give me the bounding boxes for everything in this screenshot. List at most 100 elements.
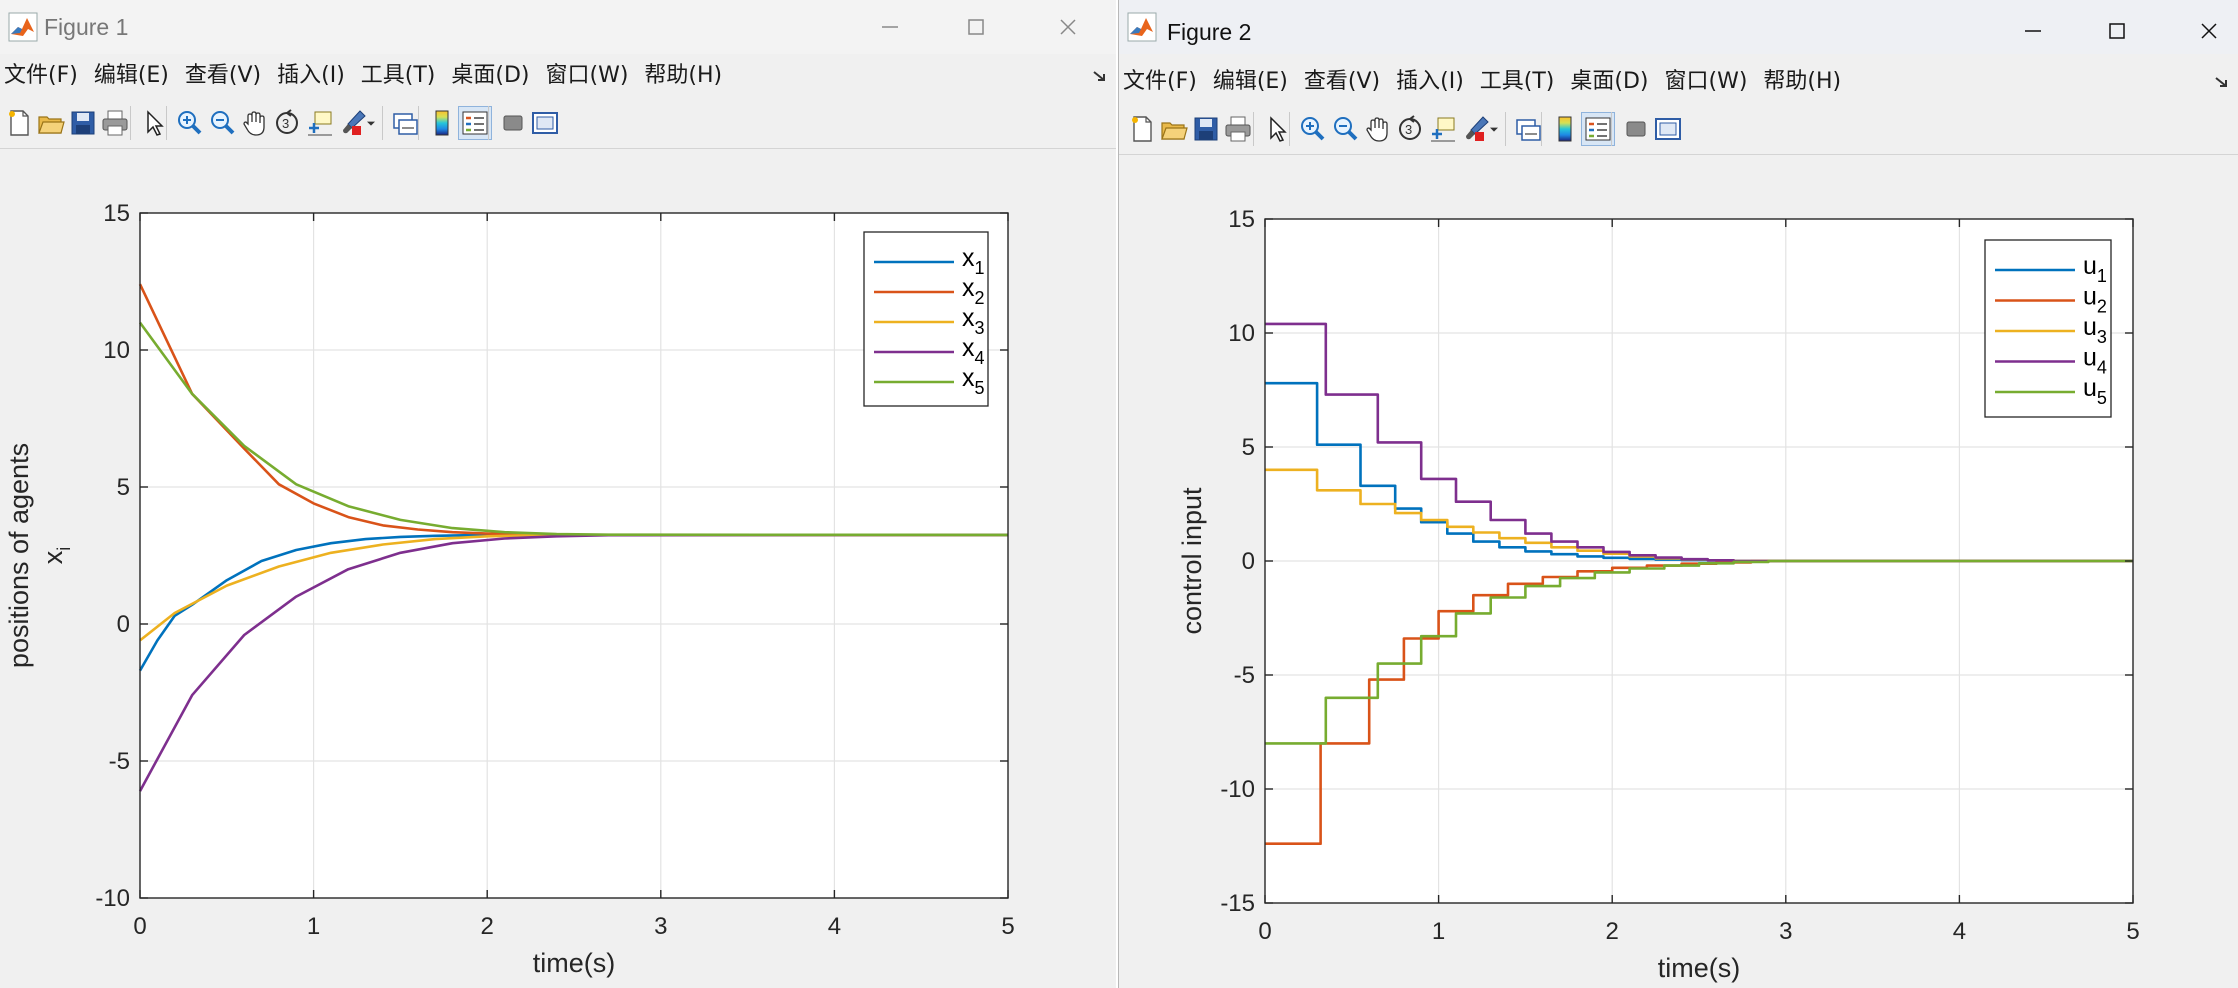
x-tick-label: 5 bbox=[1001, 913, 1014, 940]
window-title: Figure 1 bbox=[44, 14, 129, 40]
x-tick-label: 1 bbox=[1432, 918, 1445, 945]
save-button[interactable] bbox=[66, 106, 100, 140]
save-icon bbox=[71, 111, 95, 135]
new-file-button[interactable] bbox=[2, 106, 36, 140]
menu-insert[interactable]: 插入(I) bbox=[277, 61, 345, 91]
link-plot-button[interactable] bbox=[388, 106, 422, 140]
open-folder-icon bbox=[1161, 122, 1188, 140]
menu-bar: 文件(F) 编辑(E) 查看(V) 插入(I) 工具(T) 桌面(D) 窗口(W… bbox=[1119, 62, 2238, 102]
zoom-out-icon bbox=[1334, 117, 1358, 141]
x-tick-label: 0 bbox=[1258, 918, 1271, 945]
matlab-logo-icon bbox=[1127, 12, 1157, 42]
show-plot-tools-icon bbox=[1655, 118, 1681, 140]
x-axis-label: time(s) bbox=[533, 948, 616, 978]
menu-view[interactable]: 查看(V) bbox=[1304, 67, 1380, 97]
hide-plot-tools-button[interactable] bbox=[496, 106, 530, 140]
x-tick-label: 4 bbox=[1953, 918, 1966, 945]
new-file-button[interactable] bbox=[1125, 112, 1159, 146]
rotate-3d-button[interactable]: 3 bbox=[270, 106, 304, 140]
pan-hand-button[interactable] bbox=[238, 106, 272, 140]
print-icon bbox=[102, 110, 128, 136]
maximize-button[interactable] bbox=[2083, 4, 2151, 58]
chart-figure-2: 0 1 2 3 4 5 -15 -10 -5 0 5 10 15 time(s) control input… bbox=[1177, 206, 2140, 983]
close-icon bbox=[2201, 23, 2217, 39]
y-tick-label: -10 bbox=[95, 885, 130, 912]
dock-arrow-icon[interactable] bbox=[1092, 68, 1108, 84]
open-folder-button[interactable] bbox=[1157, 112, 1191, 146]
menu-desktop[interactable]: 桌面(D) bbox=[1570, 67, 1648, 97]
minimize-button[interactable] bbox=[1999, 4, 2067, 58]
menu-help[interactable]: 帮助(H) bbox=[644, 61, 722, 91]
link-plot-button[interactable] bbox=[1511, 112, 1545, 146]
maximize-icon bbox=[2109, 23, 2125, 39]
plot-area: 0 1 2 3 4 5 -10 -5 0 5 10 15 time(s) positions of age… bbox=[0, 150, 1116, 988]
pointer-icon bbox=[147, 110, 164, 136]
menu-view[interactable]: 查看(V) bbox=[185, 61, 261, 91]
toolbar-separator bbox=[166, 106, 167, 140]
close-button[interactable] bbox=[2175, 4, 2238, 58]
colorbar-button[interactable] bbox=[425, 106, 459, 140]
hide-plot-tools-button[interactable] bbox=[1619, 112, 1653, 146]
y-tick-label: 15 bbox=[1228, 206, 1255, 233]
menu-edit[interactable]: 编辑(E) bbox=[94, 61, 169, 91]
menu-tools[interactable]: 工具(T) bbox=[1480, 67, 1555, 97]
legend-button[interactable] bbox=[458, 106, 492, 140]
hide-plot-tools-icon bbox=[503, 115, 523, 131]
menu-file[interactable]: 文件(F) bbox=[1123, 67, 1197, 97]
y-axis-variable: xi bbox=[38, 547, 74, 565]
legend-button[interactable] bbox=[1581, 112, 1615, 146]
data-cursor-button[interactable] bbox=[303, 106, 337, 140]
menu-window[interactable]: 窗口(W) bbox=[546, 61, 629, 91]
show-plot-tools-icon bbox=[532, 112, 558, 134]
zoom-in-icon bbox=[178, 111, 202, 135]
menu-help[interactable]: 帮助(H) bbox=[1763, 67, 1841, 97]
pan-hand-icon bbox=[243, 111, 265, 136]
hide-plot-tools-icon bbox=[1626, 121, 1646, 137]
menu-desktop[interactable]: 桌面(D) bbox=[451, 61, 529, 91]
brush-dropdown-button[interactable] bbox=[1484, 112, 1504, 146]
brush-dropdown-button[interactable] bbox=[361, 106, 381, 140]
close-button[interactable] bbox=[1034, 0, 1102, 54]
zoom-in-button[interactable] bbox=[1295, 112, 1329, 146]
menu-insert[interactable]: 插入(I) bbox=[1396, 67, 1464, 97]
dock-arrow-icon[interactable] bbox=[2214, 74, 2230, 90]
svg-text:3: 3 bbox=[282, 116, 289, 131]
menu-file[interactable]: 文件(F) bbox=[4, 61, 78, 91]
figure-2-window: Figure 2 文件(F) 编辑(E) 查看(V) 插入(I) 工具(T) 桌… bbox=[1118, 0, 2238, 988]
zoom-out-button[interactable] bbox=[205, 106, 239, 140]
print-icon bbox=[1225, 116, 1251, 142]
save-button[interactable] bbox=[1189, 112, 1223, 146]
title-bar[interactable]: Figure 1 bbox=[0, 0, 1116, 54]
minimize-icon bbox=[882, 26, 898, 28]
minimize-button[interactable] bbox=[856, 0, 924, 54]
toolbar-separator bbox=[1541, 112, 1542, 146]
brush-dropdown-icon bbox=[367, 121, 375, 126]
y-tick-label: 5 bbox=[1242, 434, 1255, 461]
pan-hand-button[interactable] bbox=[1361, 112, 1395, 146]
zoom-out-button[interactable] bbox=[1328, 112, 1362, 146]
rotate-3d-button[interactable]: 3 bbox=[1393, 112, 1427, 146]
show-plot-tools-button[interactable] bbox=[528, 106, 562, 140]
close-icon bbox=[1060, 19, 1076, 35]
title-bar[interactable]: Figure 2 bbox=[1119, 0, 2238, 54]
colorbar-button[interactable] bbox=[1548, 112, 1582, 146]
menu-edit[interactable]: 编辑(E) bbox=[1213, 67, 1288, 97]
plot-area: 0 1 2 3 4 5 -15 -10 -5 0 5 10 15 time(s) control input… bbox=[1119, 156, 2238, 988]
menu-window[interactable]: 窗口(W) bbox=[1665, 67, 1748, 97]
figure-toolbar: 3 bbox=[0, 98, 1116, 149]
show-plot-tools-button[interactable] bbox=[1651, 112, 1685, 146]
window-title: Figure 2 bbox=[1167, 19, 1252, 45]
open-folder-button[interactable] bbox=[34, 106, 68, 140]
minimize-icon bbox=[2025, 30, 2041, 32]
print-button[interactable] bbox=[98, 106, 132, 140]
toolbar-separator bbox=[418, 106, 419, 140]
print-button[interactable] bbox=[1221, 112, 1255, 146]
y-axis-label: control input bbox=[1177, 487, 1207, 635]
toolbar-separator bbox=[1611, 112, 1612, 146]
maximize-button[interactable] bbox=[942, 0, 1010, 54]
menu-tools[interactable]: 工具(T) bbox=[361, 61, 436, 91]
menu-bar: 文件(F) 编辑(E) 查看(V) 插入(I) 工具(T) 桌面(D) 窗口(W… bbox=[0, 56, 1116, 96]
zoom-in-button[interactable] bbox=[172, 106, 206, 140]
x-tick-label: 0 bbox=[133, 913, 146, 940]
data-cursor-button[interactable] bbox=[1426, 112, 1460, 146]
